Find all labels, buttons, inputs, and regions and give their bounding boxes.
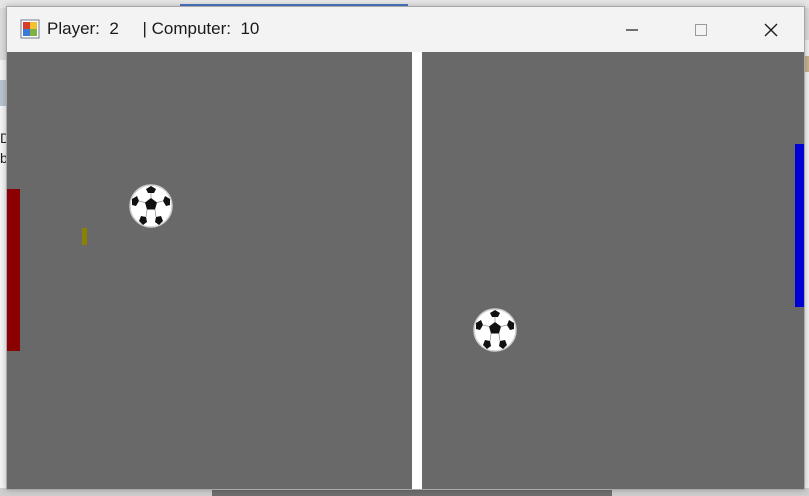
computer-score: 10 [240, 19, 260, 38]
maximize-icon [695, 23, 707, 36]
soccer-ball-icon [473, 308, 517, 352]
player-paddle[interactable] [7, 189, 20, 351]
desktop-bottom-bar [212, 490, 612, 496]
close-icon [764, 23, 778, 36]
window-title: Player: 2 | Computer: 10 [47, 19, 259, 39]
game-field[interactable] [7, 52, 804, 489]
player-marker [82, 228, 87, 245]
close-button[interactable] [740, 7, 802, 52]
soccer-ball-icon [129, 184, 173, 228]
center-net [412, 52, 422, 489]
minimize-icon [626, 28, 638, 31]
maximize-button[interactable] [670, 7, 732, 52]
player-score: 2 [109, 19, 119, 38]
minimize-button[interactable] [601, 7, 663, 52]
title-bar[interactable]: Player: 2 | Computer: 10 [7, 7, 804, 52]
computer-label: | Computer: [142, 19, 231, 38]
app-icon [20, 19, 40, 39]
computer-paddle [795, 144, 804, 307]
game-window: Player: 2 | Computer: 10 [6, 6, 805, 490]
player-label: Player: [47, 19, 100, 38]
